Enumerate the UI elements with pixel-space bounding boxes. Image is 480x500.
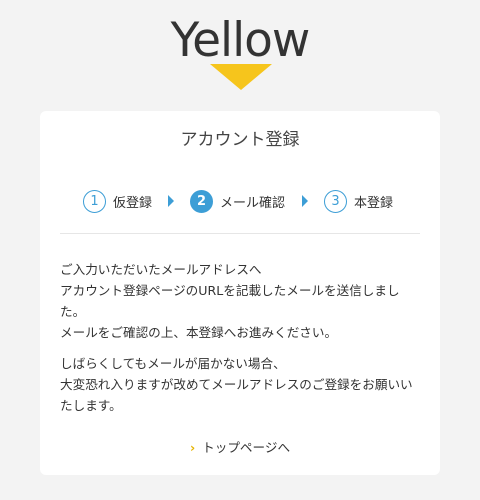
step-3-number: 3 [324,189,347,213]
step-2-label: メール確認 [220,195,286,211]
message-paragraph-2: しばらくしてもメールが届かない場合、 大変恐れ入りますが改めてメールアドレスのご… [60,353,424,416]
divider [60,233,420,234]
step-1: 1 仮登録 [83,188,152,214]
message-line: アカウント登録ページのURLを記載したメールを送信しました。 [60,283,400,319]
step-2-number: 2 [190,189,213,213]
logo-triangle-icon [210,64,272,90]
step-3-label: 本登録 [354,195,394,211]
step-3: 3 本登録 [324,188,393,214]
page-title: アカウント登録 [180,130,300,150]
registration-card: アカウント登録 1 仮登録 2 メール確認 3 本登録 ご入力いただいたメールア… [40,111,440,475]
step-1-label: 仮登録 [113,195,153,211]
step-2: 2 メール確認 [190,188,285,214]
message-paragraph-1: ご入力いただいたメールアドレスへ アカウント登録ページのURLを記載したメールを… [60,259,424,343]
message-line: ご入力いただいたメールアドレスへ [60,262,262,277]
step-1-number: 1 [83,189,106,213]
message-line: 大変恐れ入りますが改めてメールアドレスのご登録をお願いいたします。 [60,377,413,413]
message-line: しばらくしてもメールが届かない場合、 [60,356,286,371]
message-line: メールをご確認の上、本登録へお進みください。 [60,325,338,340]
step-arrow-icon [168,195,174,207]
logo-text: Yellow [170,13,311,68]
step-indicator: 1 仮登録 2 メール確認 3 本登録 [40,188,440,214]
top-page-link[interactable]: › トップページへ [40,439,440,457]
step-arrow-icon [302,195,308,207]
confirmation-message: ご入力いただいたメールアドレスへ アカウント登録ページのURLを記載したメールを… [60,259,424,416]
logo: Yellow [0,10,480,92]
top-page-link-label: トップページへ [202,440,291,455]
chevron-right-icon: › [189,440,196,455]
